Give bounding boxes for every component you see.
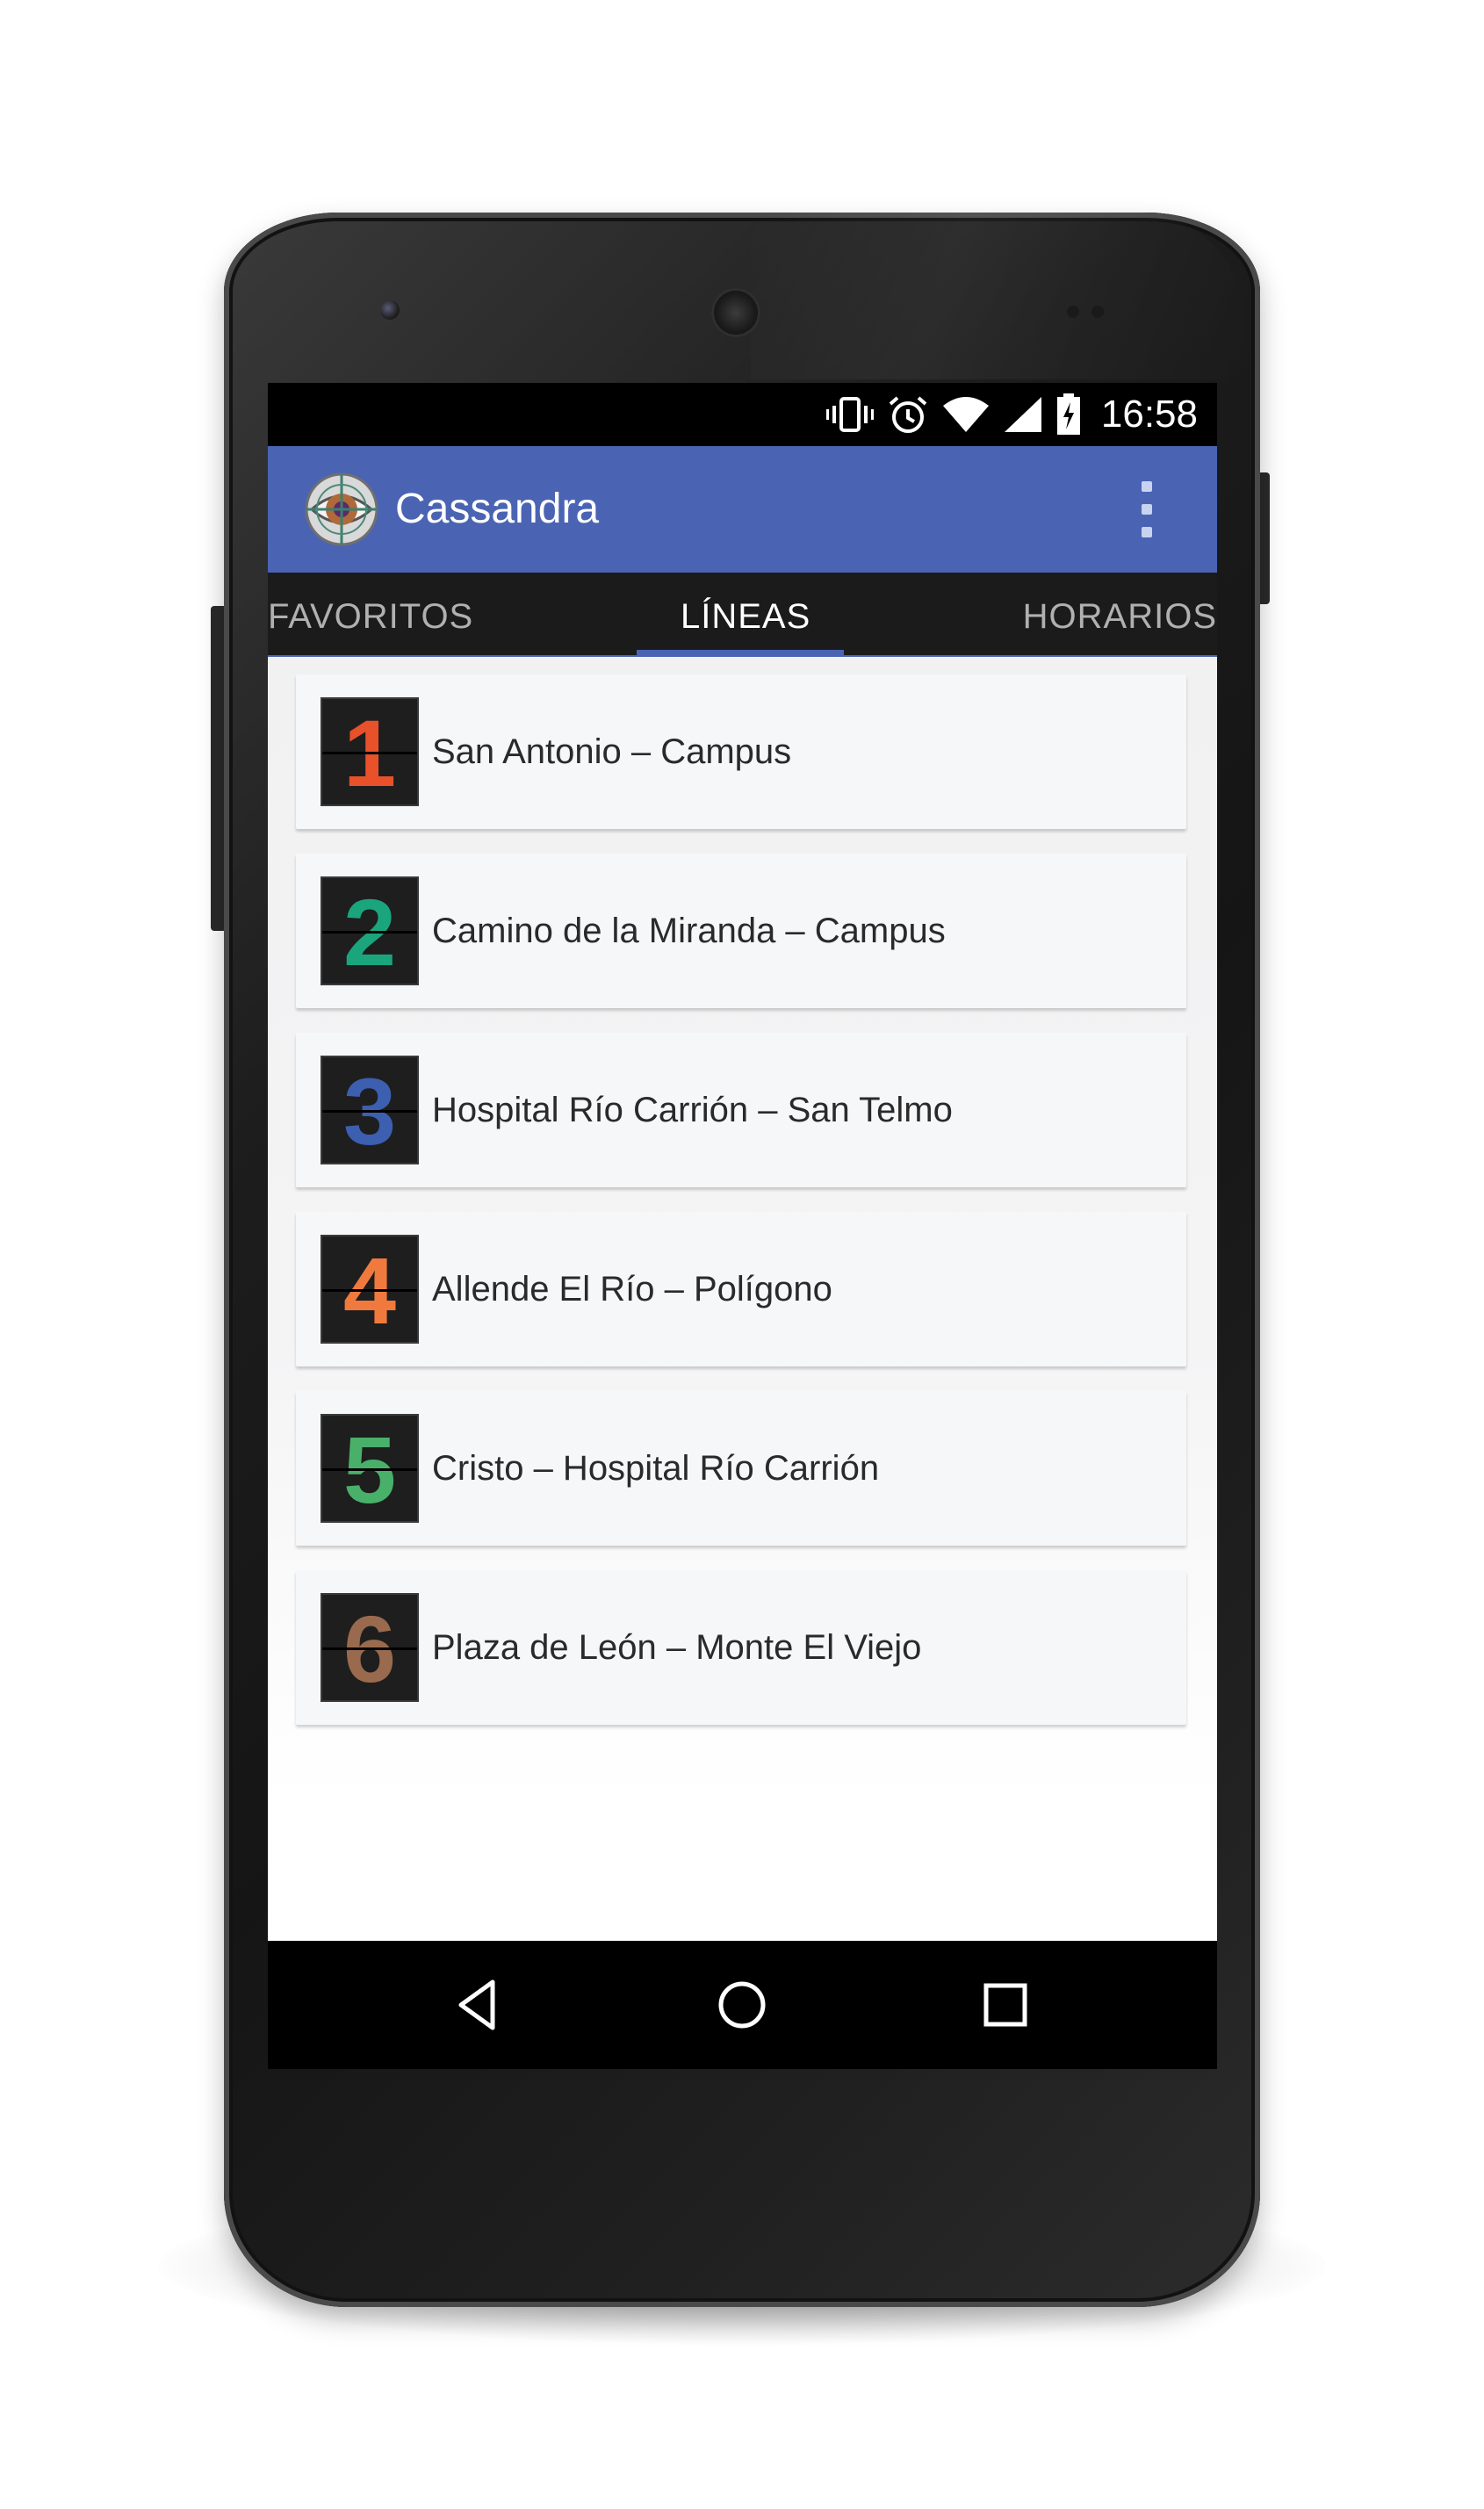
vibrate-icon (825, 397, 874, 432)
line-name: Allende El Río – Polígono (432, 1270, 832, 1309)
back-icon[interactable] (443, 1970, 514, 2040)
line-name: Hospital Río Carrión – San Telmo (432, 1091, 953, 1129)
line-number: 2 (342, 879, 397, 985)
status-bar: 16:58 (268, 383, 1217, 446)
app-title: Cassandra (395, 486, 600, 532)
line-number-badge: 6 (321, 1593, 419, 1702)
line-number-badge: 1 (321, 697, 419, 806)
recents-icon[interactable] (970, 1970, 1041, 2040)
tab-favoritos[interactable]: FAVORITOS (268, 573, 473, 657)
list-item-line-6[interactable]: 6 Plaza de León – Monte El Viejo (296, 1570, 1186, 1725)
line-number: 4 (342, 1237, 397, 1344)
line-number: 5 (342, 1417, 397, 1523)
list-item-line-2[interactable]: 2 Camino de la Miranda – Campus (296, 854, 1186, 1008)
line-name: Cristo – Hospital Río Carrión (432, 1449, 880, 1488)
tab-lineas[interactable]: LÍNEAS (681, 573, 810, 657)
home-icon[interactable] (707, 1970, 777, 2040)
line-number-badge: 3 (321, 1056, 419, 1164)
line-name: Camino de la Miranda – Campus (432, 912, 946, 950)
overflow-menu-icon[interactable] (1129, 481, 1164, 537)
line-number: 1 (342, 700, 397, 806)
menu-dot (1142, 527, 1152, 537)
menu-dot (1142, 504, 1152, 515)
proximity-sensor-icon (1067, 306, 1079, 318)
line-number-badge: 5 (321, 1414, 419, 1523)
app-bar: Cassandra (268, 446, 1217, 573)
line-number: 3 (342, 1058, 397, 1164)
phone-glare (751, 213, 1243, 379)
signal-icon (1004, 397, 1041, 432)
line-number-badge: 2 (321, 876, 419, 985)
list-item-line-5[interactable]: 5 Cristo – Hospital Río Carrión (296, 1391, 1186, 1546)
front-camera-icon (380, 300, 400, 320)
tab-bar: FAVORITOS LÍNEAS HORARIOS (268, 573, 1217, 657)
status-time: 16:58 (1100, 393, 1198, 436)
earpiece-speaker-icon (711, 288, 760, 337)
list-item-line-3[interactable]: 3 Hospital Río Carrión – San Telmo (296, 1033, 1186, 1187)
tab-horarios[interactable]: HORARIOS (1023, 573, 1217, 657)
list-item-line-1[interactable]: 1 San Antonio – Campus (296, 674, 1186, 829)
light-sensor-icon (1091, 306, 1104, 318)
status-icons: 16:58 (825, 383, 1198, 446)
alarm-icon (889, 396, 927, 433)
line-number-badge: 4 (321, 1235, 419, 1344)
battery-charging-icon (1056, 393, 1080, 435)
system-nav-bar (268, 1941, 1217, 2069)
phone-screen: 16:58 Cassandra FAVORITOS LÍNEAS HORARIO… (268, 383, 1217, 2069)
eye-logo-icon[interactable] (305, 472, 378, 546)
menu-dot (1142, 481, 1152, 492)
line-number: 6 (342, 1596, 397, 1702)
lines-list: 1 San Antonio – Campus 2 Camino de la Mi… (268, 657, 1217, 1802)
line-name: Plaza de León – Monte El Viejo (432, 1628, 922, 1667)
wifi-icon (942, 397, 989, 432)
line-name: San Antonio – Campus (432, 732, 792, 771)
device-mockup-stage: 16:58 Cassandra FAVORITOS LÍNEAS HORARIO… (0, 0, 1484, 2509)
list-item-line-4[interactable]: 4 Allende El Río – Polígono (296, 1212, 1186, 1366)
